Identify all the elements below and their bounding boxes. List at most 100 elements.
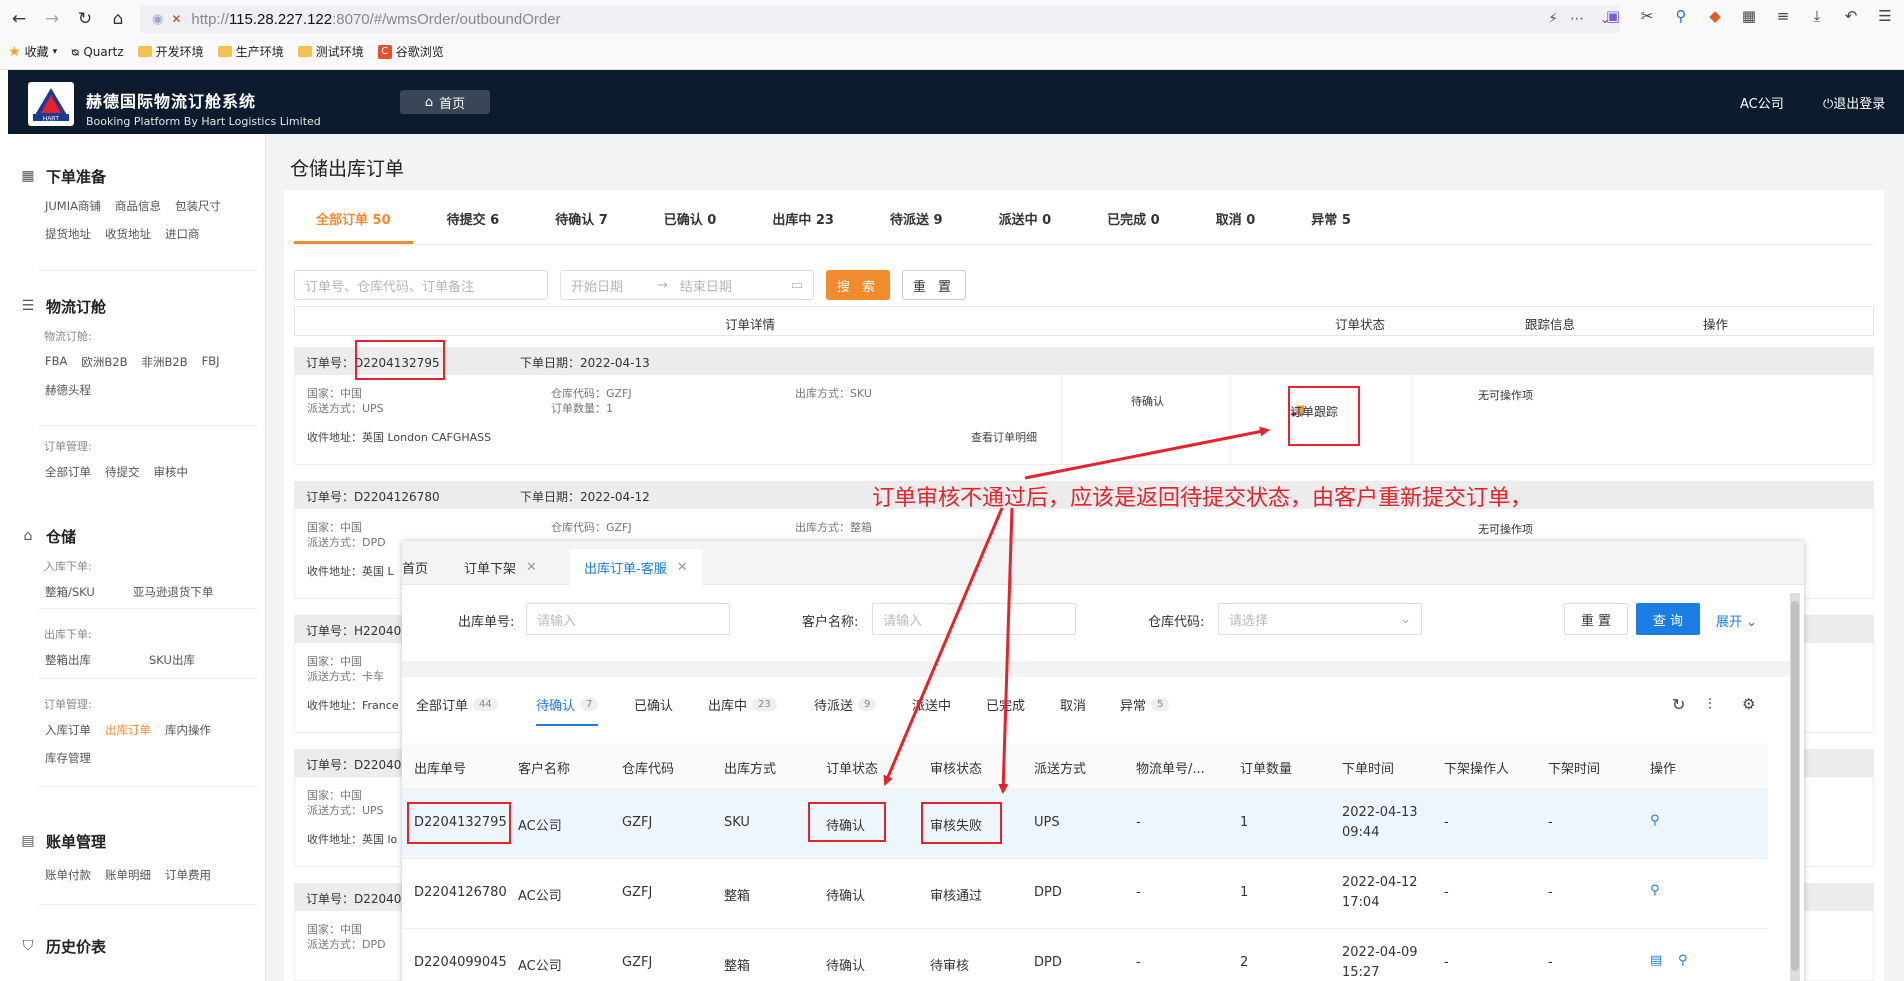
sidebar-link[interactable]: 待提交 [105,464,140,480]
cs-tab-exception[interactable]: 异常 5 [1120,695,1170,714]
hamburger-icon[interactable]: ☰ [1876,7,1894,25]
sidebar-link[interactable]: 非洲B2B [141,354,187,370]
customer-name-input[interactable]: 请输入 [872,603,1076,635]
address-bar[interactable]: ◉ ✕ http://115.28.227.122:8070/#/wmsOrde… [140,5,1620,33]
expand-toggle[interactable]: 展开 ⌄ [1716,611,1757,630]
bookmark-test[interactable]: 测试环境 [297,43,364,60]
sidebar-link[interactable]: 全部订单 [45,464,91,480]
tab-outbound[interactable]: 出库中 23 [750,210,856,244]
reload-icon[interactable]: ↻ [72,6,98,32]
cs-tab-all[interactable]: 全部订单 44 [416,695,498,714]
back-icon[interactable]: ← [6,6,32,32]
sidebar-link[interactable]: 进口商 [165,226,200,242]
sidebar-link[interactable]: JUMIA商铺 [45,198,101,214]
download-icon[interactable]: ⤓ [1808,7,1826,25]
bookmark-google[interactable]: C 谷歌浏览 [377,43,444,60]
translate-icon[interactable]: ▣ [1604,7,1622,25]
sidebar-heading-warehouse[interactable]: ⌂ 仓储 [8,524,266,548]
bookmark-prod[interactable]: 生产环境 [217,43,284,60]
cs-tab-confirmed[interactable]: 已确认 [634,695,673,714]
bookmark-favorites[interactable]: ★ 收藏 ▾ [8,43,57,60]
bookmark-dev[interactable]: 开发环境 [137,43,204,60]
tab-order-unshelve[interactable]: 订单下架 ✕ [450,549,551,585]
tab-pending-dispatch[interactable]: 待派送 9 [868,210,965,244]
tab-pending-submit[interactable]: 待提交 6 [425,210,522,244]
sidebar-link[interactable]: 整箱出库 [45,652,91,668]
tab-dispatching[interactable]: 派送中 0 [977,210,1074,244]
edit-doc-icon[interactable]: ▤ [1650,953,1662,968]
order-number-input[interactable]: 请输入 [526,603,730,635]
sidebar-link[interactable]: 商品信息 [115,198,161,214]
tab-exception[interactable]: 异常 5 [1289,210,1373,244]
tab-completed[interactable]: 已完成 0 [1085,210,1182,244]
sidebar-link[interactable]: 欧洲B2B [81,354,127,370]
sidebar-heading-history[interactable]: ⛉ 历史价表 [8,934,266,958]
cs-tab-outbound[interactable]: 出库中 23 [708,695,777,714]
scrollbar-thumb[interactable] [1791,601,1799,971]
sidebar-link[interactable]: 入库订单 [45,722,91,738]
search-icon[interactable]: ⚲ [1672,7,1690,25]
view-icon[interactable]: ⚲ [1650,883,1660,898]
sidebar-link[interactable]: 库存管理 [45,750,91,766]
cs-tab-pending-confirm[interactable]: 待确认 7 [536,695,599,726]
sidebar-link[interactable]: 包装尺寸 [175,198,221,214]
tab-pending-confirm[interactable]: 待确认 7 [533,210,630,244]
sidebar-link[interactable]: 整箱/SKU [45,584,95,600]
cs-tab-dispatching[interactable]: 派送中 [912,695,951,714]
home-icon[interactable]: ⌂ [105,6,131,32]
forward-icon[interactable]: → [39,6,65,32]
sidebar-link[interactable]: 亚马逊退货下单 [133,584,214,600]
table-row[interactable]: D2204132795 AC公司 GZFJ SKU 待确认 审核失败 UPS -… [402,789,1768,859]
tab-home[interactable]: 首页 [402,549,442,585]
table-row[interactable]: D2204099045 AC公司 GZFJ 整箱 待确认 待审核 DPD - 2… [402,929,1768,981]
search-button[interactable]: 搜 索 [826,270,890,300]
sidebar-link[interactable]: FBA [45,354,67,370]
cs-tab-pending-dispatch[interactable]: 待派送 9 [814,695,877,714]
game-icon[interactable]: ◆ [1706,7,1724,25]
sidebar-link[interactable]: 审核中 [154,464,189,480]
warehouse-select[interactable]: 请选择 ⌄ [1218,603,1422,635]
undo-icon[interactable]: ↶ [1842,7,1860,25]
query-button[interactable]: 查 询 [1636,603,1700,635]
sidebar-link-active[interactable]: 出库订单 [105,722,151,738]
sidebar-link[interactable]: 订单费用 [165,867,211,883]
sidebar-link[interactable]: 收货地址 [105,226,151,242]
tab-confirmed[interactable]: 已确认 0 [642,210,739,244]
reset-button[interactable]: 重 置 [1564,603,1628,635]
cs-tab-completed[interactable]: 已完成 [986,695,1025,714]
sidebar-link[interactable]: 赫德头程 [45,382,91,398]
apps-icon[interactable]: ▦ [1740,7,1758,25]
home-button[interactable]: ⌂ 首页 [400,90,490,114]
logout-button[interactable]: ⏻退出登录 [1823,93,1885,112]
scissors-icon[interactable]: ✂ [1638,7,1656,25]
sidebar-link[interactable]: 账单明细 [105,867,151,883]
view-icon[interactable]: ⚲ [1678,953,1688,968]
flash-icon[interactable]: ⚡ [1548,11,1558,27]
table-row[interactable]: D2204126780 AC公司 GZFJ 整箱 待确认 审核通过 DPD - … [402,859,1768,929]
tab-outbound-cs[interactable]: 出库订单-客服 ✕ [570,549,702,585]
reset-button[interactable]: 重 置 [902,270,966,300]
bookmark-quartz[interactable]: ᴓ Quartz [71,45,124,59]
search-input[interactable]: 订单号、仓库代码、订单备注 [294,270,548,300]
menu-icon[interactable]: ≡ [1774,7,1792,25]
more-icon[interactable]: ⋯ [1570,11,1584,27]
view-detail-link[interactable]: 查看订单明细 [971,429,1037,445]
view-icon[interactable]: ⚲ [1650,813,1660,828]
sidebar-link[interactable]: FBJ [202,354,220,370]
sidebar-heading-billing[interactable]: ▤ 账单管理 [8,829,266,853]
close-icon[interactable]: ✕ [526,560,537,575]
refresh-icon[interactable]: ↻ [1672,695,1685,714]
column-height-icon[interactable]: ⫶ [1708,695,1712,713]
sidebar-link[interactable]: 提货地址 [45,226,91,242]
sidebar-heading-logistics[interactable]: ☰ 物流订舱 [8,294,266,318]
date-range-input[interactable]: 开始日期 → 结束日期 ▭ [560,270,814,300]
company-name[interactable]: AC公司 [1740,93,1784,112]
tab-all[interactable]: 全部订单 50 [294,210,413,244]
sidebar-heading-prep[interactable]: ▦ 下单准备 [8,164,266,188]
sidebar-link[interactable]: 账单付款 [45,867,91,883]
tab-cancelled[interactable]: 取消 0 [1194,210,1278,244]
cs-tab-cancelled[interactable]: 取消 [1060,695,1086,714]
gear-icon[interactable]: ⚙ [1742,695,1755,713]
close-icon[interactable]: ✕ [677,560,688,575]
sidebar-link[interactable]: SKU出库 [149,652,195,668]
